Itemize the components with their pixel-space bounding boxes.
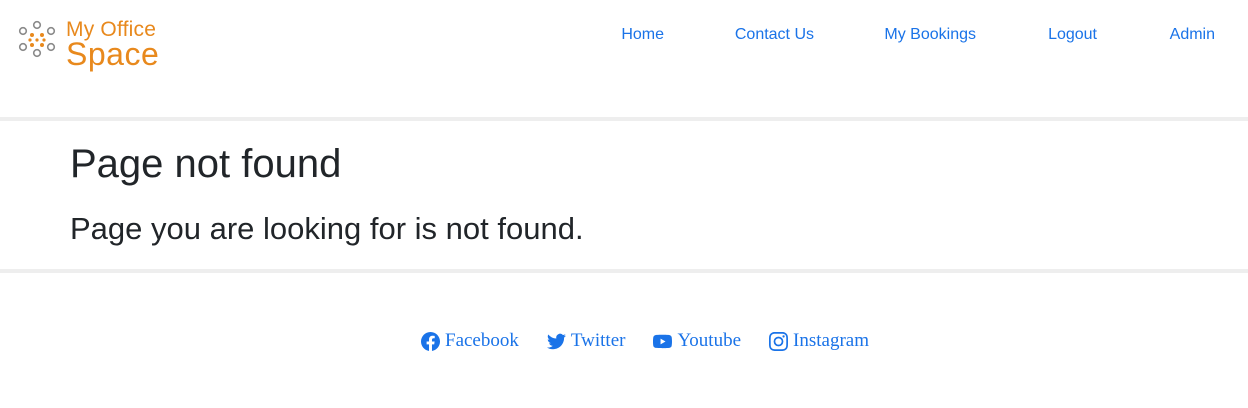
page-title: Page not found: [70, 142, 342, 186]
nav-link-logout[interactable]: Logout: [1048, 26, 1097, 44]
twitter-link[interactable]: Twitter: [546, 330, 626, 352]
instagram-icon: [769, 331, 789, 351]
youtube-label: Youtube: [677, 330, 742, 351]
main-content: Page not found Page you are looking for …: [0, 121, 1248, 269]
instagram-link[interactable]: Instagram: [769, 330, 869, 352]
nav-link-admin[interactable]: Admin: [1170, 26, 1215, 44]
youtube-icon: [653, 334, 673, 348]
brand-name: My Office Space: [66, 19, 159, 70]
social-links: Facebook Twitter Youtube Instagram: [0, 330, 1248, 352]
twitter-icon: [546, 333, 566, 349]
facebook-link[interactable]: Facebook: [421, 330, 519, 352]
twitter-label: Twitter: [570, 330, 626, 351]
site-footer: Facebook Twitter Youtube Instagram: [0, 273, 1248, 407]
nav-link-contact-us[interactable]: Contact Us: [735, 26, 814, 44]
youtube-link[interactable]: Youtube: [653, 330, 741, 352]
not-found-message: Page you are looking for is not found.: [70, 211, 584, 246]
facebook-icon: [421, 331, 440, 351]
logo-dots-icon: [18, 20, 56, 58]
site-header: My Office Space Home Contact Us My Booki…: [0, 0, 1248, 117]
facebook-label: Facebook: [445, 330, 519, 351]
instagram-label: Instagram: [793, 330, 869, 351]
nav-link-my-bookings[interactable]: My Bookings: [884, 26, 976, 44]
nav-link-home[interactable]: Home: [621, 26, 664, 44]
brand-name-line2: Space: [66, 36, 160, 72]
brand-logo-link[interactable]: My Office Space: [18, 19, 159, 70]
